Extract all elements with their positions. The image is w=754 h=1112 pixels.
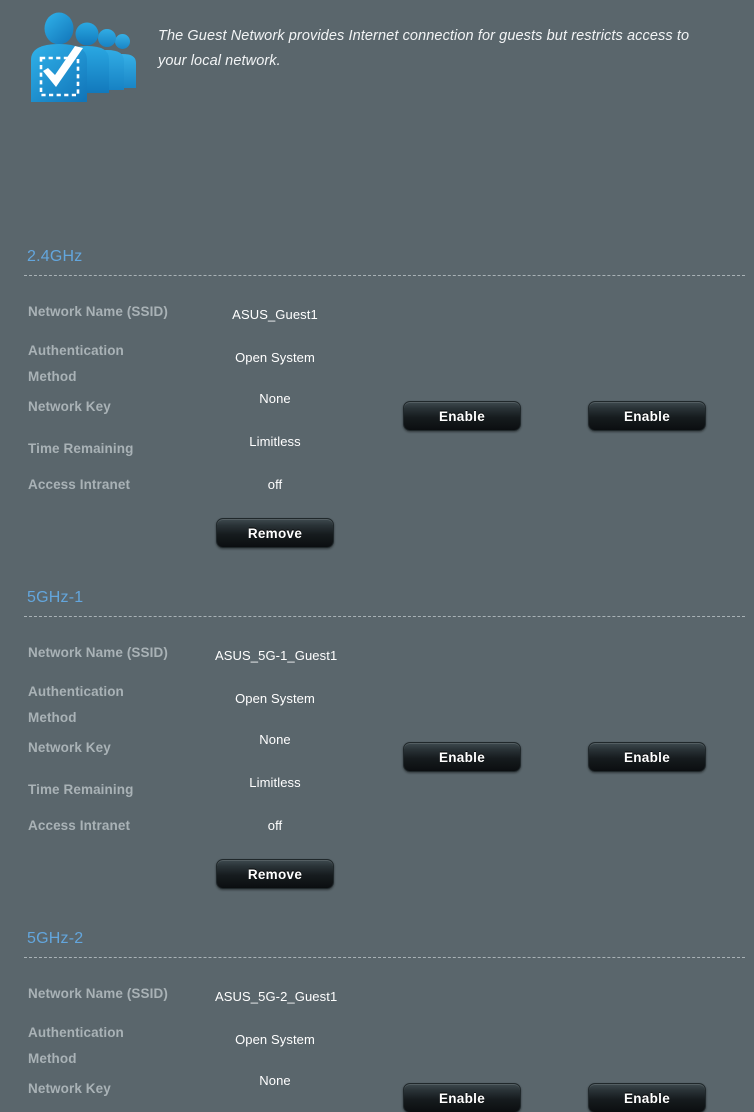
- enable-button-primary[interactable]: Enable: [403, 742, 521, 772]
- value-access-intranet: off: [267, 818, 283, 833]
- band-divider: [24, 275, 745, 276]
- remove-button[interactable]: Remove: [216, 859, 334, 889]
- page-description: The Guest Network provides Internet conn…: [158, 28, 690, 69]
- label-network-key: Network Key: [28, 399, 111, 414]
- band-divider: [24, 616, 745, 617]
- label-ssid: Network Name (SSID): [28, 645, 168, 660]
- label-access-intranet: Access Intranet: [28, 477, 131, 492]
- value-ssid: ASUS_Guest1: [232, 307, 318, 322]
- value-authentication-method: Open System: [235, 350, 315, 365]
- label-time-remaining: Time Remaining: [28, 782, 134, 797]
- label-authentication-method: Authentication Method: [28, 338, 124, 390]
- value-network-key: None: [259, 732, 291, 747]
- label-authentication-method: Authentication Method: [28, 1020, 124, 1072]
- label-auth-line2: Method: [28, 369, 77, 384]
- enable-button-primary[interactable]: Enable: [403, 401, 521, 431]
- value-ssid: ASUS_5G-1_Guest1: [215, 648, 338, 663]
- value-authentication-method: Open System: [235, 691, 315, 706]
- label-auth-line2: Method: [28, 1051, 77, 1066]
- guest-network-page: The Guest Network provides Internet conn…: [0, 0, 754, 1112]
- label-access-intranet: Access Intranet: [28, 818, 131, 833]
- band-title-5ghz-1: 5GHz-1: [27, 589, 84, 606]
- page-header: The Guest Network provides Internet conn…: [0, 0, 754, 118]
- band-title-5ghz-2: 5GHz-2: [27, 930, 84, 947]
- enable-button-secondary[interactable]: Enable: [588, 1083, 706, 1112]
- guests-group-check-icon: [28, 8, 144, 106]
- label-auth-line1: Authentication: [28, 684, 124, 699]
- label-network-key: Network Key: [28, 740, 111, 755]
- remove-button[interactable]: Remove: [216, 518, 334, 548]
- label-authentication-method: Authentication Method: [28, 679, 124, 731]
- label-auth-line2: Method: [28, 710, 77, 725]
- label-network-key: Network Key: [28, 1081, 111, 1096]
- value-access-intranet: off: [267, 477, 283, 492]
- value-network-key: None: [259, 391, 291, 406]
- label-auth-line1: Authentication: [28, 1025, 124, 1040]
- label-ssid: Network Name (SSID): [28, 986, 168, 1001]
- value-authentication-method: Open System: [235, 1032, 315, 1047]
- value-network-key: None: [259, 1073, 291, 1088]
- enable-button-secondary[interactable]: Enable: [588, 742, 706, 772]
- enable-button-primary[interactable]: Enable: [403, 1083, 521, 1112]
- label-time-remaining: Time Remaining: [28, 441, 134, 456]
- band-divider: [24, 957, 745, 958]
- value-time-remaining: Limitless: [249, 434, 301, 449]
- label-auth-line1: Authentication: [28, 343, 124, 358]
- enable-button-secondary[interactable]: Enable: [588, 401, 706, 431]
- value-ssid: ASUS_5G-2_Guest1: [215, 989, 338, 1004]
- label-ssid: Network Name (SSID): [28, 304, 168, 319]
- value-time-remaining: Limitless: [249, 775, 301, 790]
- band-title-2-4ghz: 2.4GHz: [27, 248, 83, 265]
